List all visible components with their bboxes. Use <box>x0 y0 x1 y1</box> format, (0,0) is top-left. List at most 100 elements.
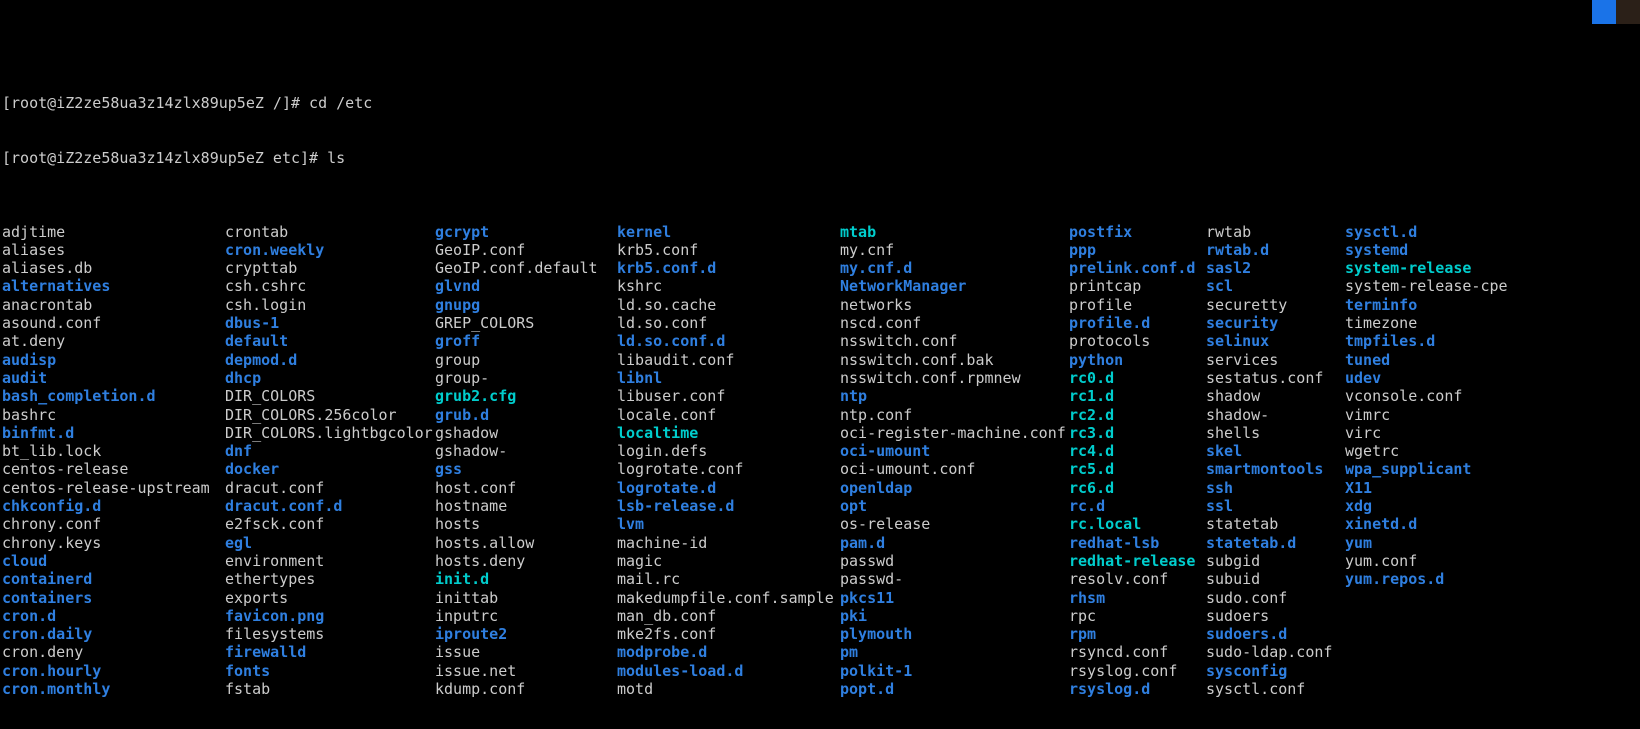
ls-row: bt_lib.lock dnf gshadow-login.defs oci-umou… <box>2 442 1640 460</box>
ls-entry: sudoers <box>1206 606 1270 625</box>
ls-entry: mtab <box>840 222 877 241</box>
ls-entry: openldap <box>840 478 913 497</box>
ls-entry: cloud <box>2 551 48 570</box>
ls-entry: X11 <box>1345 478 1373 497</box>
ls-entry: system-release <box>1345 259 1472 278</box>
ls-entry: statetab.d <box>1206 533 1297 552</box>
ls-entry: statetab <box>1206 515 1279 534</box>
ls-entry: centos-release <box>2 460 129 479</box>
ls-entry: filesystems <box>225 625 325 644</box>
ls-row: centos-release docker gss logrotate.conf oci… <box>2 460 1640 478</box>
ls-entry: NetworkManager <box>840 277 967 296</box>
ls-entry: kshrc <box>617 277 663 296</box>
ls-row: chrony.conf e2fsck.conf hosts lvm os-release… <box>2 515 1640 533</box>
ls-entry: bash_completion.d <box>2 387 156 406</box>
ls-entry: GREP_COLORS <box>435 314 535 333</box>
ls-entry: gcrypt <box>435 222 490 241</box>
ls-entry: subgid <box>1206 551 1261 570</box>
ls-entry: binfmt.d <box>2 423 75 442</box>
ls-entry: docker <box>225 460 280 479</box>
ls-entry: shells <box>1206 423 1261 442</box>
ls-entry: lsb-release.d <box>617 497 735 516</box>
ls-entry: vconsole.conf <box>1345 387 1463 406</box>
terminal-line-cd-etc: [root@iZ2ze58ua3z14zlx89up5eZ /]# cd /et… <box>2 94 373 113</box>
ls-entry: rsyslog.conf <box>1069 661 1178 680</box>
ls-entry: firewalld <box>225 643 307 662</box>
ls-entry: scl <box>1206 277 1234 296</box>
ls-entry: yum <box>1345 533 1373 552</box>
ls-entry: at.deny <box>2 332 66 351</box>
ls-entry: containers <box>2 588 93 607</box>
ls-entry: containerd <box>2 570 93 589</box>
ls-entry: my.cnf.d <box>840 259 913 278</box>
terminal-window[interactable]: [root@iZ2ze58ua3z14zlx89up5eZ /]# cd /et… <box>0 0 1640 729</box>
ls-entry: plymouth <box>840 625 913 644</box>
ls-entry: chkconfig.d <box>2 497 102 516</box>
ls-entry: redhat-lsb <box>1069 533 1160 552</box>
ls-entry: ld.so.conf <box>617 314 708 333</box>
ls-row: audisp depmod.d group libaudit.conf nsswitch… <box>2 351 1640 369</box>
ls-entry: krb5.conf <box>617 240 699 259</box>
ls-entry: security <box>1206 314 1279 333</box>
ls-row: binfmt.d DIR_COLORS.lightbgcolor gshadow lo… <box>2 424 1640 442</box>
ls-entry: host.conf <box>435 478 517 497</box>
ls-entry: oci-register-machine.conf <box>840 423 1066 442</box>
ls-entry: inittab <box>435 588 499 607</box>
ls-entry: skel <box>1206 442 1243 461</box>
ls-entry: xinetd.d <box>1345 515 1418 534</box>
ls-entry: fonts <box>225 661 271 680</box>
ls-entry: shadow- <box>1206 405 1270 424</box>
ls-entry: DIR_COLORS.lightbgcolor <box>225 423 433 442</box>
ls-entry: sudo.conf <box>1206 588 1288 607</box>
ls-entry: rhsm <box>1069 588 1106 607</box>
ls-entry: tuned <box>1345 350 1391 369</box>
ls-row: aliases.db crypttab GeoIP.conf.default krb5… <box>2 259 1640 277</box>
ls-entry: vimrc <box>1345 405 1391 424</box>
ls-entry: rc0.d <box>1069 368 1115 387</box>
ls-entry: rpc <box>1069 606 1097 625</box>
screen-share-icon[interactable] <box>1616 0 1640 24</box>
ls-entry: rwtab <box>1206 222 1252 241</box>
ls-entry: favicon.png <box>225 606 325 625</box>
ls-entry: rpm <box>1069 625 1097 644</box>
ls-entry: nsswitch.conf <box>840 332 958 351</box>
ls-entry: anacrontab <box>2 295 93 314</box>
ls-output-grid: adjtime crontab gcrypt kernel mtab postfix rwt… <box>2 223 1640 699</box>
ls-entry: audit <box>2 368 48 387</box>
ls-entry: grub2.cfg <box>435 387 517 406</box>
ls-entry: rc6.d <box>1069 478 1115 497</box>
ls-entry: issue.net <box>435 661 517 680</box>
ls-entry: cron.deny <box>2 643 84 662</box>
ls-entry: services <box>1206 350 1279 369</box>
ls-entry: libuser.conf <box>617 387 726 406</box>
ls-entry: centos-release-upstream <box>2 478 210 497</box>
ls-entry: cron.daily <box>2 625 93 644</box>
ls-entry: rc.d <box>1069 497 1106 516</box>
ls-entry: pkcs11 <box>840 588 895 607</box>
ls-row: anacrontab csh.login gnupg ld.so.cache netwo… <box>2 296 1640 314</box>
ls-entry: gshadow <box>435 423 499 442</box>
ls-entry: sysctl.d <box>1345 222 1418 241</box>
ls-entry: group- <box>435 368 490 387</box>
ls-entry: group <box>435 350 481 369</box>
ls-entry: ld.so.conf.d <box>617 332 726 351</box>
ls-entry: dhcp <box>225 368 262 387</box>
ls-entry: sasl2 <box>1206 259 1252 278</box>
ls-entry: localtime <box>617 423 699 442</box>
ls-entry: GeoIP.conf.default <box>435 259 598 278</box>
ls-entry: bt_lib.lock <box>2 442 102 461</box>
ls-row: containers exports inittab makedumpfile.con… <box>2 589 1640 607</box>
ls-entry: system-release-cpe <box>1345 277 1508 296</box>
ls-entry: aliases <box>2 240 66 259</box>
contact-icon[interactable] <box>1592 0 1616 24</box>
ls-entry: gshadow- <box>435 442 508 461</box>
ls-entry: sysctl.conf <box>1206 679 1306 698</box>
ls-entry: mail.rc <box>617 570 681 589</box>
ls-entry: gss <box>435 460 463 479</box>
ls-row: bashrc DIR_COLORS.256color grub.d locale.co… <box>2 406 1640 424</box>
ls-entry: oci-umount.conf <box>840 460 976 479</box>
ls-row: cron.deny firewalld issue modprobe.d pm rsync… <box>2 643 1640 661</box>
ls-entry: grub.d <box>435 405 490 424</box>
ls-entry: ld.so.cache <box>617 295 717 314</box>
ls-entry: libaudit.conf <box>617 350 735 369</box>
